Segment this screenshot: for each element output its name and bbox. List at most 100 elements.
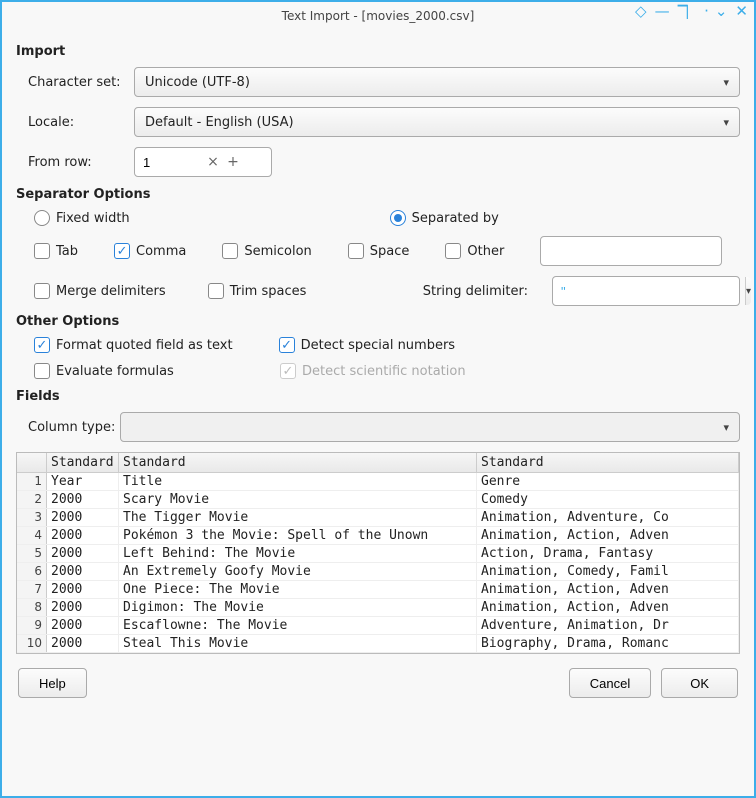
cell: Adventure, Animation, Dr	[477, 617, 739, 634]
row-number: 5	[17, 545, 47, 562]
cell: Animation, Action, Adven	[477, 527, 739, 544]
more-icon[interactable]: ·	[704, 4, 707, 19]
separated-by-label: Separated by	[412, 211, 499, 226]
table-row[interactable]: 1YearTitleGenre	[17, 473, 739, 491]
string-delimiter-label: String delimiter:	[423, 284, 528, 299]
table-row[interactable]: 72000One Piece: The MovieAnimation, Acti…	[17, 581, 739, 599]
spin-up-icon[interactable]: +	[223, 154, 243, 170]
separator-section-title: Separator Options	[16, 187, 740, 202]
table-row[interactable]: 92000Escaflowne: The MovieAdventure, Ani…	[17, 617, 739, 635]
cell: Pokémon 3 the Movie: Spell of the Unown	[119, 527, 477, 544]
other-checkbox[interactable]: Other	[445, 243, 504, 259]
text-import-dialog: Text Import - [movies_2000.csv] ◇ — ▔▏ ·…	[0, 0, 756, 798]
fromrow-label: From row:	[16, 155, 134, 170]
cell: Action, Drama, Fantasy	[477, 545, 739, 562]
table-row[interactable]: 52000Left Behind: The MovieAction, Drama…	[17, 545, 739, 563]
row-number: 4	[17, 527, 47, 544]
cell: Scary Movie	[119, 491, 477, 508]
cancel-button[interactable]: Cancel	[569, 668, 651, 698]
cell: 2000	[47, 563, 119, 580]
row-number: 6	[17, 563, 47, 580]
col-header-1[interactable]: Standard	[47, 453, 119, 472]
table-row[interactable]: 32000The Tigger MovieAnimation, Adventur…	[17, 509, 739, 527]
import-section-title: Import	[16, 44, 740, 59]
table-row[interactable]: 22000Scary MovieComedy	[17, 491, 739, 509]
string-delimiter-input[interactable]	[553, 284, 745, 299]
fields-section-title: Fields	[16, 389, 740, 404]
row-number: 2	[17, 491, 47, 508]
detect-scientific-checkbox: Detect scientific notation	[280, 363, 466, 379]
cell: Animation, Adventure, Co	[477, 509, 739, 526]
charset-select[interactable]: Unicode (UTF-8)	[134, 67, 740, 97]
close-icon[interactable]: ✕	[735, 4, 748, 19]
other-options-section-title: Other Options	[16, 314, 740, 329]
separated-by-radio[interactable]: Separated by	[390, 210, 499, 226]
col-header-3[interactable]: Standard	[477, 453, 739, 472]
minimize-icon[interactable]: —	[655, 4, 670, 19]
cell: 2000	[47, 635, 119, 652]
evaluate-formulas-checkbox[interactable]: Evaluate formulas	[34, 363, 234, 379]
table-row[interactable]: 102000Steal This MovieBiography, Drama, …	[17, 635, 739, 653]
cell: 2000	[47, 509, 119, 526]
string-delimiter-combo[interactable]: ▾	[552, 276, 740, 306]
format-quoted-checkbox[interactable]: Format quoted field as text	[34, 337, 233, 353]
cell: 2000	[47, 527, 119, 544]
ok-button[interactable]: OK	[661, 668, 738, 698]
fixed-width-label: Fixed width	[56, 211, 130, 226]
cell: 2000	[47, 491, 119, 508]
comma-checkbox[interactable]: Comma	[114, 243, 186, 259]
cell: Animation, Comedy, Famil	[477, 563, 739, 580]
row-number: 8	[17, 599, 47, 616]
cell: 2000	[47, 617, 119, 634]
row-number: 1	[17, 473, 47, 490]
fromrow-spinbox[interactable]: × +	[134, 147, 272, 177]
detect-special-checkbox[interactable]: Detect special numbers	[279, 337, 455, 353]
charset-label: Character set:	[16, 75, 134, 90]
trim-spaces-checkbox[interactable]: Trim spaces	[208, 283, 307, 299]
row-number: 9	[17, 617, 47, 634]
cell: Title	[119, 473, 477, 490]
cell: The Tigger Movie	[119, 509, 477, 526]
cell: 2000	[47, 581, 119, 598]
cell: Left Behind: The Movie	[119, 545, 477, 562]
tab-checkbox[interactable]: Tab	[34, 243, 78, 259]
cell: Digimon: The Movie	[119, 599, 477, 616]
locale-label: Locale:	[16, 115, 134, 130]
shade-icon[interactable]: ⌄	[715, 4, 728, 19]
col-header-2[interactable]: Standard	[119, 453, 477, 472]
cell: Animation, Action, Adven	[477, 599, 739, 616]
fromrow-input[interactable]	[143, 155, 203, 170]
column-type-select	[120, 412, 740, 442]
spin-down-icon[interactable]: ×	[203, 154, 223, 170]
locale-select[interactable]: Default - English (USA)	[134, 107, 740, 137]
column-type-label: Column type:	[16, 420, 120, 435]
cell: Escaflowne: The Movie	[119, 617, 477, 634]
chevron-down-icon[interactable]: ▾	[745, 277, 751, 305]
cell: 2000	[47, 599, 119, 616]
table-row[interactable]: 82000Digimon: The MovieAnimation, Action…	[17, 599, 739, 617]
maximize-icon[interactable]: ▔▏	[678, 6, 696, 18]
titlebar: Text Import - [movies_2000.csv] ◇ — ▔▏ ·…	[2, 2, 754, 30]
preview-header: Standard Standard Standard	[17, 453, 739, 473]
cell: 2000	[47, 545, 119, 562]
merge-delimiters-checkbox[interactable]: Merge delimiters	[34, 283, 166, 299]
cell: Genre	[477, 473, 739, 490]
cell: Comedy	[477, 491, 739, 508]
cell: An Extremely Goofy Movie	[119, 563, 477, 580]
other-separator-input[interactable]	[540, 236, 722, 266]
row-number: 10	[17, 635, 47, 652]
semicolon-checkbox[interactable]: Semicolon	[222, 243, 311, 259]
cell: Steal This Movie	[119, 635, 477, 652]
preview-table[interactable]: Standard Standard Standard 1YearTitleGen…	[16, 452, 740, 654]
fixed-width-radio[interactable]: Fixed width	[34, 210, 130, 226]
cell: Year	[47, 473, 119, 490]
cell: Animation, Action, Adven	[477, 581, 739, 598]
help-button[interactable]: Help	[18, 668, 87, 698]
table-row[interactable]: 62000An Extremely Goofy MovieAnimation, …	[17, 563, 739, 581]
table-row[interactable]: 42000Pokémon 3 the Movie: Spell of the U…	[17, 527, 739, 545]
space-checkbox[interactable]: Space	[348, 243, 410, 259]
window-title: Text Import - [movies_2000.csv]	[282, 9, 475, 23]
keep-above-icon[interactable]: ◇	[635, 4, 647, 19]
cell: Biography, Drama, Romanc	[477, 635, 739, 652]
row-number: 7	[17, 581, 47, 598]
